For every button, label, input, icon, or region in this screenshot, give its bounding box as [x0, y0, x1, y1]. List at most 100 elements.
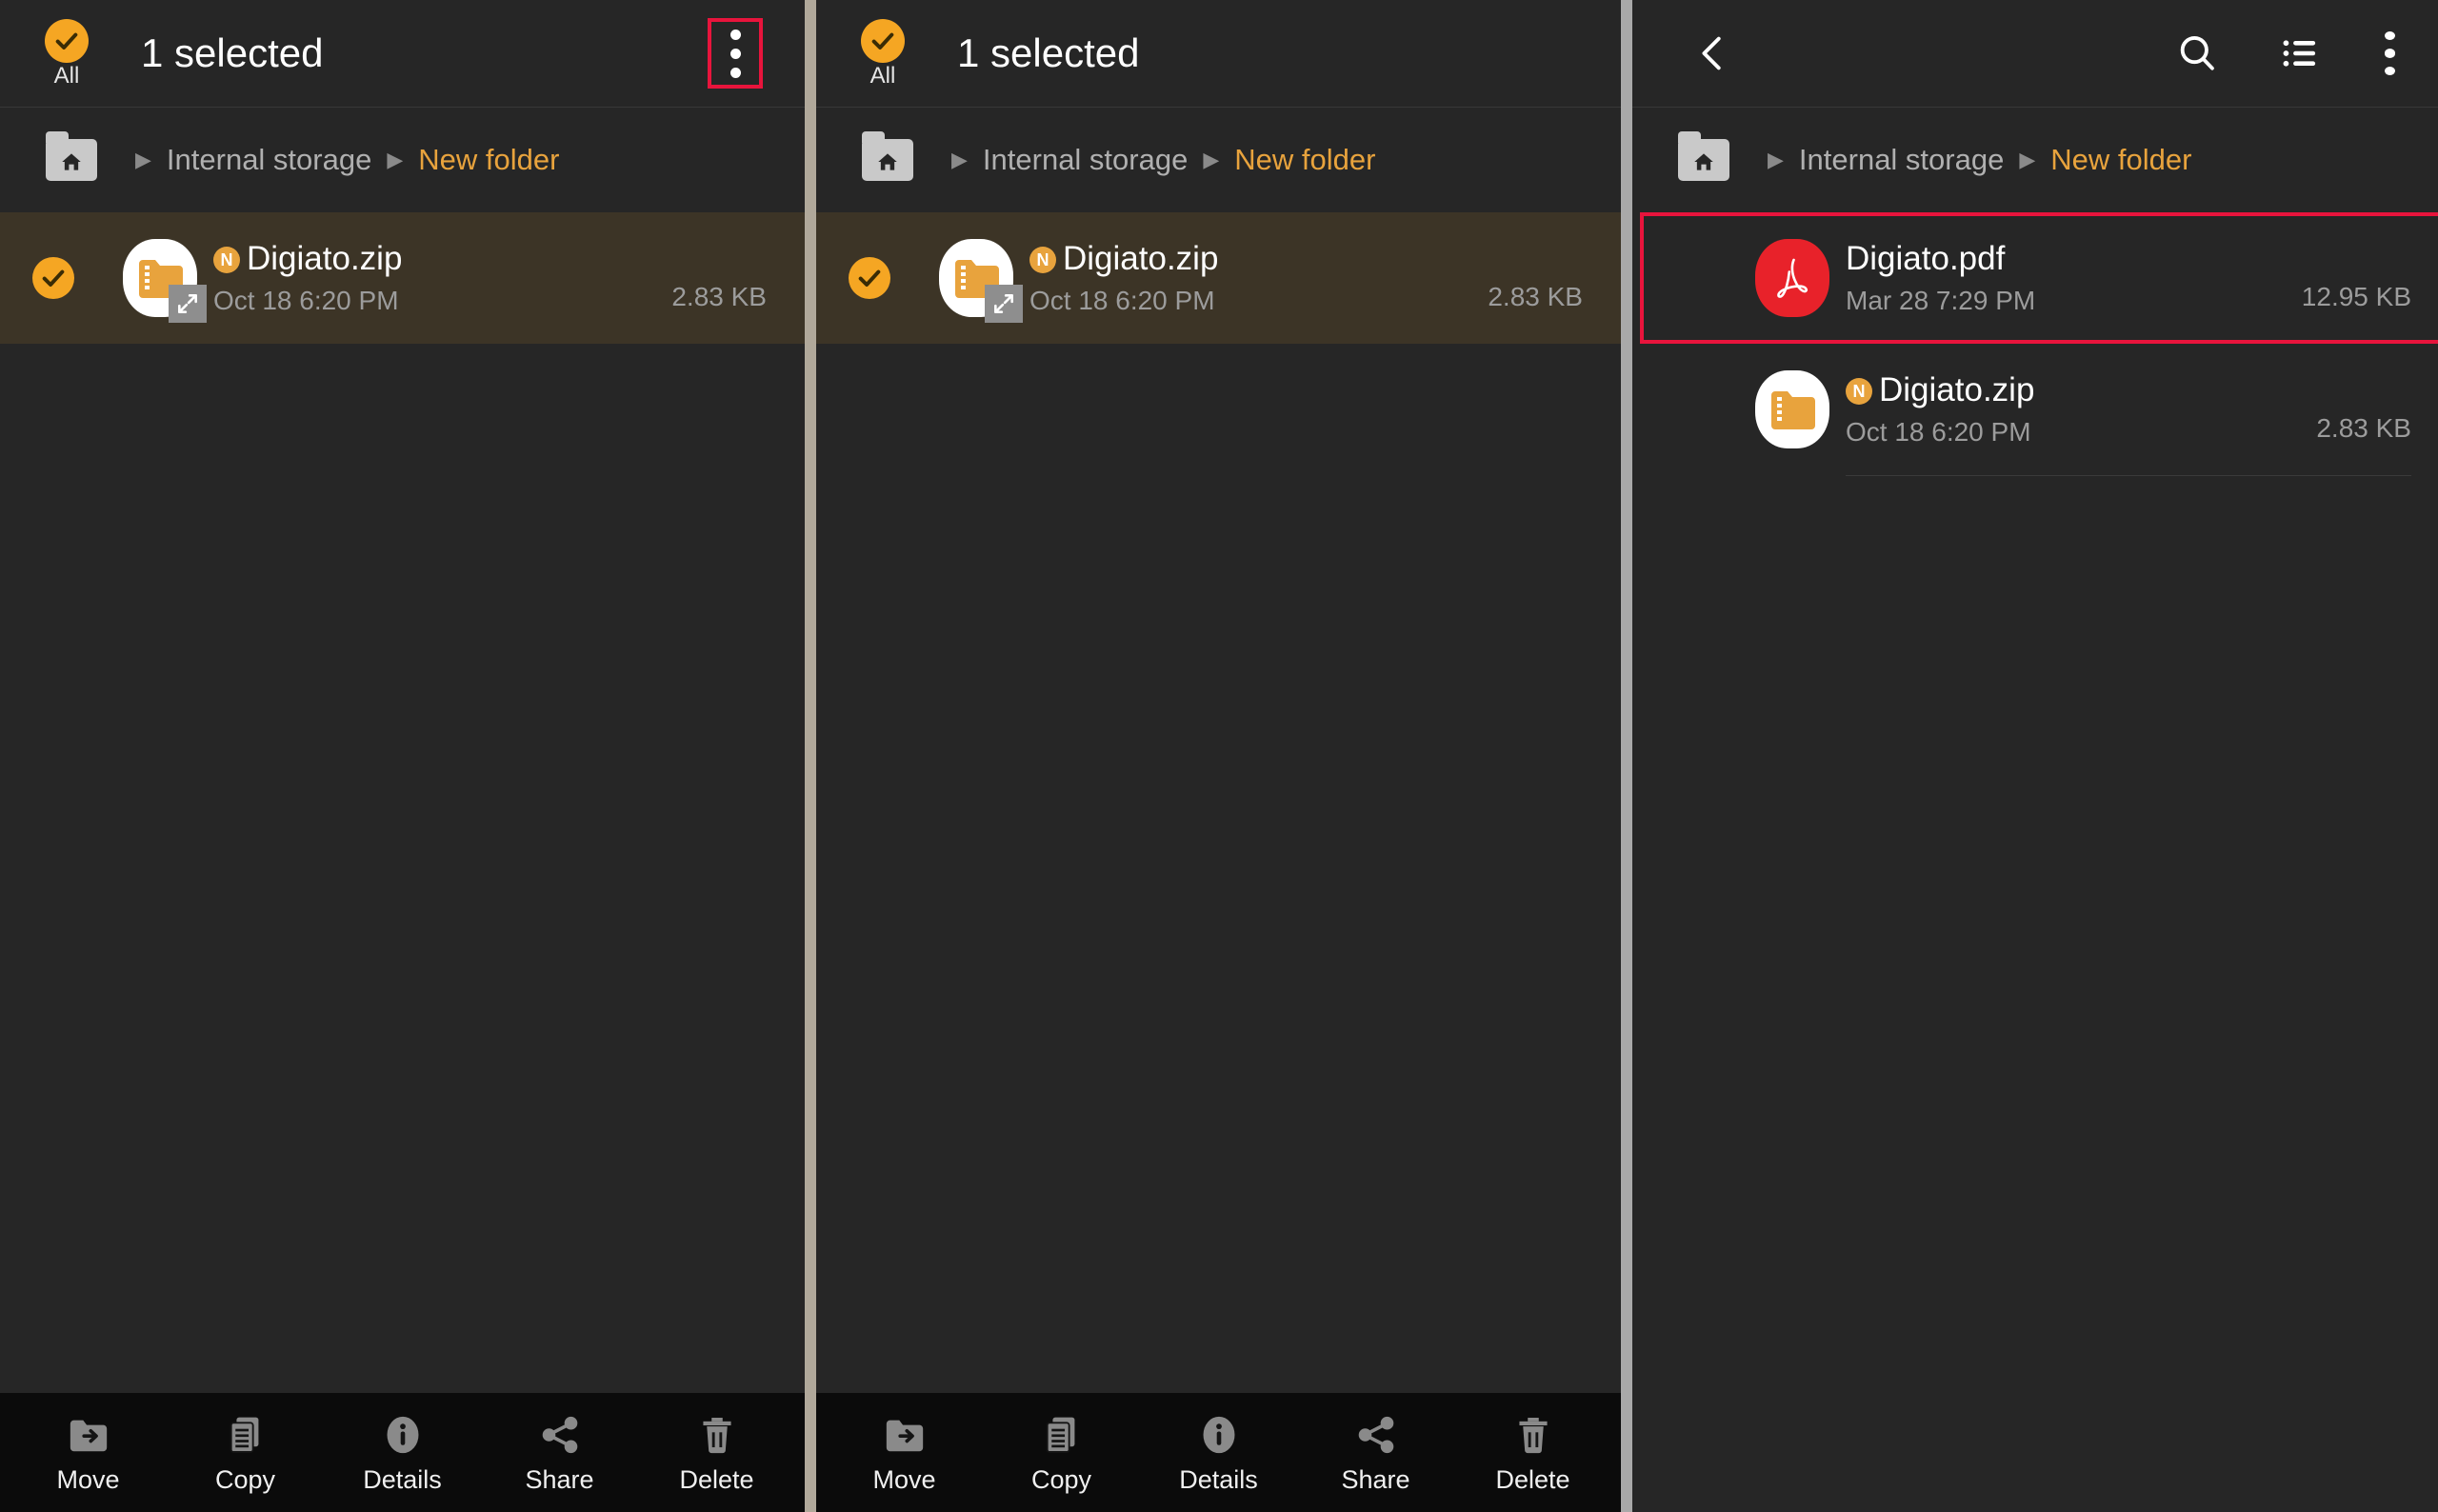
delete-button[interactable]: Delete [646, 1412, 789, 1493]
back-button[interactable] [1678, 18, 1749, 89]
trash-icon [695, 1412, 739, 1458]
breadcrumb-item-internal-storage[interactable]: Internal storage [1799, 143, 2004, 177]
more-options-button[interactable] [2368, 31, 2411, 75]
row-body: N Digiato.zip Oct 18 6:20 PM 2.83 KB [1846, 371, 2411, 447]
new-badge-icon: N [213, 246, 240, 273]
file-name: Digiato.pdf [1846, 240, 2006, 278]
more-options-button[interactable] [708, 18, 763, 89]
file-name: Digiato.zip [1879, 371, 2035, 409]
file-list: N Digiato.zip Oct 18 6:20 PM 2.83 KB [0, 212, 805, 344]
breadcrumb-item-new-folder[interactable]: New folder [1234, 143, 1375, 177]
home-folder-icon[interactable] [1678, 131, 1729, 181]
row-body: Digiato.pdf Mar 28 7:29 PM 12.95 KB [1846, 240, 2411, 315]
copy-button[interactable]: Copy [174, 1412, 317, 1493]
breadcrumb-separator: ▶ [387, 148, 404, 171]
move-button[interactable]: Move [17, 1412, 160, 1493]
home-folder-icon[interactable] [862, 131, 913, 181]
move-label: Move [56, 1465, 120, 1494]
share-icon [538, 1412, 582, 1458]
share-icon [1354, 1412, 1398, 1458]
breadcrumb-item-internal-storage[interactable]: Internal storage [983, 143, 1188, 177]
file-size: 2.83 KB [671, 281, 767, 311]
share-label: Share [525, 1465, 594, 1494]
zip-archive-icon [1755, 370, 1829, 448]
table-row[interactable]: N Digiato.zip Oct 18 6:20 PM 2.83 KB [816, 212, 1621, 344]
selection-header: All 1 selected [0, 0, 805, 108]
row-checkbox[interactable] [0, 257, 107, 299]
screenshot-stage: All 1 selected ▶ Internal storage ▶ New … [0, 0, 2438, 1512]
expand-arrows-icon [985, 285, 1023, 323]
more-vertical-icon-dot [2384, 49, 2395, 58]
select-all-label: All [869, 63, 896, 89]
info-icon [381, 1412, 425, 1458]
file-size: 2.83 KB [2316, 412, 2411, 443]
select-all-toggle[interactable]: All [30, 19, 103, 88]
check-circle-icon [849, 257, 890, 299]
more-vertical-icon-dot [729, 29, 741, 40]
check-circle-icon [45, 19, 89, 63]
file-name-line: Digiato.pdf [1846, 240, 2279, 278]
delete-label: Delete [1495, 1465, 1570, 1494]
more-vertical-icon-dot [2384, 66, 2395, 75]
file-name: Digiato.zip [247, 240, 403, 278]
action-toolbar: Move Copy Details Share Delete [816, 1393, 1621, 1512]
delete-button[interactable]: Delete [1462, 1412, 1605, 1493]
move-button[interactable]: Move [833, 1412, 976, 1493]
file-info: N Digiato.zip Oct 18 6:20 PM [1846, 371, 2293, 447]
zip-archive-icon [939, 239, 1023, 323]
file-date: Oct 18 6:20 PM [1846, 416, 2031, 447]
table-row[interactable]: Digiato.pdf Mar 28 7:29 PM 12.95 KB [1632, 212, 2438, 344]
file-date: Oct 18 6:20 PM [213, 285, 399, 315]
home-folder-icon[interactable] [46, 131, 97, 181]
breadcrumb: ▶ Internal storage ▶ New folder [1632, 108, 2438, 212]
row-checkbox[interactable] [816, 257, 923, 299]
share-button[interactable]: Share [489, 1412, 631, 1493]
share-button[interactable]: Share [1305, 1412, 1448, 1493]
share-label: Share [1341, 1465, 1410, 1494]
info-icon [1197, 1412, 1241, 1458]
zip-archive-icon [123, 239, 207, 323]
select-all-toggle[interactable]: All [847, 19, 919, 88]
copy-icon [224, 1412, 268, 1458]
more-vertical-icon-dot [729, 48, 741, 59]
panel-divider [1621, 0, 1632, 1512]
app-header [1632, 0, 2438, 108]
move-to-folder-icon [883, 1412, 927, 1458]
details-button[interactable]: Details [1148, 1412, 1290, 1493]
list-view-button[interactable] [2265, 18, 2335, 89]
file-size: 2.83 KB [1488, 281, 1583, 311]
check-circle-icon [32, 257, 74, 299]
select-all-label: All [53, 63, 80, 89]
panel-divider [805, 0, 816, 1512]
breadcrumb-separator: ▶ [951, 148, 968, 171]
breadcrumb-item-internal-storage[interactable]: Internal storage [167, 143, 371, 177]
action-toolbar: Move Copy Details Share Delete [0, 1393, 805, 1512]
breadcrumb-separator: ▶ [1768, 148, 1784, 171]
breadcrumb-separator: ▶ [135, 148, 151, 171]
new-badge-icon: N [1846, 377, 1872, 405]
breadcrumb-separator: ▶ [1203, 148, 1220, 171]
panel-result-view: ▶ Internal storage ▶ New folder Digiato.… [1632, 0, 2438, 1512]
panel-selection-view: All 1 selected ▶ Internal storage ▶ New … [0, 0, 805, 1512]
file-list: N Digiato.zip Oct 18 6:20 PM 2.83 KB [816, 212, 1621, 344]
breadcrumb-item-new-folder[interactable]: New folder [418, 143, 559, 177]
selection-count-title: 1 selected [141, 30, 324, 75]
search-button[interactable] [2162, 18, 2232, 89]
panel-context-menu-view: All 1 selected ▶ Internal storage ▶ New … [816, 0, 1621, 1512]
delete-label: Delete [679, 1465, 754, 1494]
move-to-folder-icon [67, 1412, 110, 1458]
table-row[interactable]: N Digiato.zip Oct 18 6:20 PM 2.83 KB [0, 212, 805, 344]
copy-button[interactable]: Copy [990, 1412, 1133, 1493]
details-button[interactable]: Details [331, 1412, 474, 1493]
table-row[interactable]: N Digiato.zip Oct 18 6:20 PM 2.83 KB [1632, 344, 2438, 475]
breadcrumb: ▶ Internal storage ▶ New folder [0, 108, 805, 212]
more-vertical-icon-dot [729, 67, 741, 78]
file-icon-wrap [923, 239, 1029, 323]
row-body: N Digiato.zip Oct 18 6:20 PM 2.83 KB [1029, 240, 1583, 315]
row-body: N Digiato.zip Oct 18 6:20 PM 2.83 KB [213, 240, 767, 315]
breadcrumb-item-new-folder[interactable]: New folder [2050, 143, 2191, 177]
file-date: Mar 28 7:29 PM [1846, 285, 2036, 315]
file-list: Digiato.pdf Mar 28 7:29 PM 12.95 KB N Di… [1632, 212, 2438, 476]
trash-icon [1511, 1412, 1555, 1458]
selection-count-title: 1 selected [957, 30, 1140, 75]
